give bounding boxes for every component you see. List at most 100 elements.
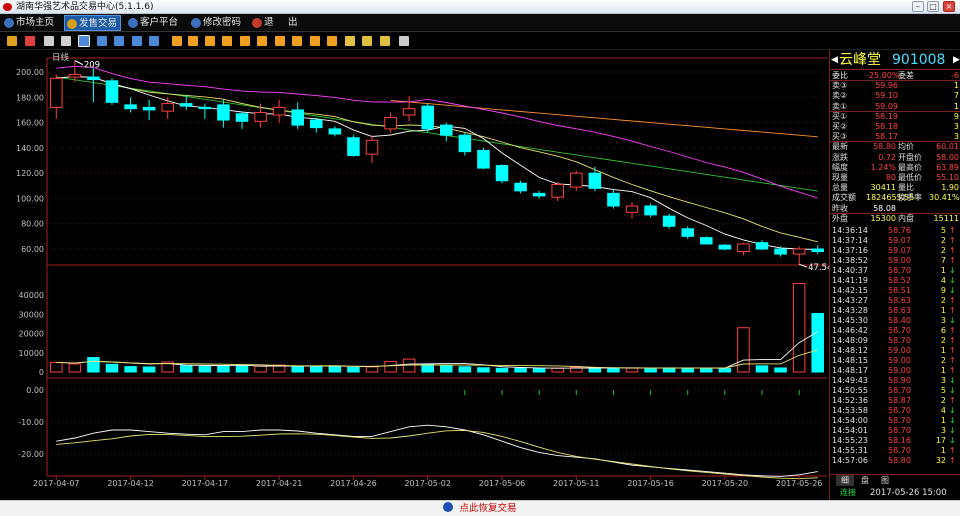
zoom-in-icon[interactable] bbox=[345, 36, 355, 46]
maximize-button[interactable]: □ bbox=[927, 1, 939, 12]
tick-row: 14:53:58 58.70 4 ↓ bbox=[830, 406, 960, 416]
candle-body bbox=[700, 237, 713, 245]
quote-field-value-2: 30.41% bbox=[929, 193, 960, 203]
quote-row: 最新 58.80 均价 60.01 bbox=[830, 142, 960, 152]
volume-tick-label: 20000 bbox=[19, 330, 44, 339]
tick-qty: 7 bbox=[940, 256, 946, 265]
quote-field-label-2: 开盘价 bbox=[898, 152, 922, 162]
quote-field-label-2: 量比 bbox=[898, 183, 914, 193]
resume-trading-link[interactable]: 点此恢复交易 bbox=[460, 503, 517, 514]
tick-price: 58.70 bbox=[888, 266, 911, 275]
tick-price: 59.07 bbox=[888, 236, 911, 245]
bar-chart-icon[interactable] bbox=[7, 36, 17, 46]
quote-tab-0[interactable]: 细 bbox=[836, 475, 854, 486]
tick-qty: 32 bbox=[935, 456, 946, 465]
candle-chart-icon[interactable] bbox=[44, 36, 54, 46]
period-icon[interactable] bbox=[188, 36, 198, 46]
volume-bar bbox=[50, 361, 63, 373]
draw-icon[interactable] bbox=[380, 36, 390, 46]
tick-price: 58.87 bbox=[888, 396, 911, 405]
candle-body bbox=[272, 106, 286, 116]
down-arrow-icon: ↓ bbox=[949, 286, 956, 295]
gear-icon[interactable] bbox=[399, 36, 409, 46]
quote-field-value: 59.10 bbox=[875, 91, 898, 101]
period-icon[interactable] bbox=[172, 36, 182, 46]
kline-chart[interactable]: 200.00 180.00 160.00 140.00 120.00 100.00 80.0… bbox=[0, 50, 829, 500]
quote-field-value-2: 1.90 bbox=[941, 183, 959, 193]
period-label: 日线 bbox=[52, 52, 70, 63]
candle-body bbox=[737, 243, 750, 253]
quote-row: 买② 58.18 3 bbox=[830, 122, 960, 132]
tick-qty: 3 bbox=[940, 316, 946, 325]
date-tick-label: 2017-04-17 bbox=[182, 479, 229, 488]
candle-body bbox=[644, 205, 657, 216]
tick-time: 14:48:15 bbox=[832, 356, 868, 365]
indicator-tick-label: -10.00 bbox=[18, 418, 44, 427]
quote-field-value-2: 1 bbox=[953, 81, 959, 91]
period-icon[interactable] bbox=[149, 36, 159, 46]
quote-field-label-2: 内盘 bbox=[898, 213, 914, 223]
indicator-tick-label: -20.00 bbox=[18, 450, 44, 459]
candle-body bbox=[161, 103, 174, 112]
stock-code: 901008 bbox=[892, 52, 946, 68]
menu-item-4[interactable]: 退 bbox=[250, 15, 277, 31]
period-icon[interactable] bbox=[327, 36, 337, 46]
period-icon[interactable] bbox=[292, 36, 302, 46]
connection-status: 连接 bbox=[840, 488, 856, 497]
period-icon[interactable] bbox=[275, 36, 285, 46]
period-icon[interactable] bbox=[78, 35, 90, 47]
volume-bar bbox=[700, 367, 713, 373]
menu-item-2[interactable]: 客户平台 bbox=[126, 15, 181, 31]
volume-bar bbox=[328, 365, 342, 373]
zoom-out-icon[interactable] bbox=[362, 36, 372, 46]
tick-row: 14:48:15 59.00 2 ↑ bbox=[830, 356, 960, 366]
quote-row: 涨跌 0.72 开盘价 58.00 bbox=[830, 153, 960, 163]
period-icon[interactable] bbox=[132, 36, 142, 46]
prev-arrow-icon: ◀ bbox=[831, 55, 838, 65]
quote-field-label: 总量 bbox=[832, 183, 848, 193]
menu-item-0[interactable]: 市场主页 bbox=[2, 15, 57, 31]
tick-price: 58.70 bbox=[888, 446, 911, 455]
tick-time: 14:42:15 bbox=[832, 286, 868, 295]
up-arrow-icon: ↑ bbox=[949, 256, 956, 265]
tick-price: 59.00 bbox=[888, 346, 911, 355]
down-arrow-icon: ↓ bbox=[949, 436, 956, 445]
candle-body bbox=[217, 104, 230, 121]
period-icon[interactable] bbox=[310, 36, 320, 46]
menu-item-3[interactable]: 修改密码 bbox=[189, 15, 244, 31]
minimize-button[interactable]: – bbox=[912, 1, 924, 12]
down-arrow-icon: ↓ bbox=[949, 416, 956, 425]
candle-body bbox=[124, 104, 137, 110]
volume-bar bbox=[291, 366, 304, 373]
tick-time: 14:54:01 bbox=[832, 426, 868, 435]
tick-time: 14:41:19 bbox=[832, 276, 868, 285]
volume-tick-label: 0 bbox=[39, 368, 44, 377]
menu-item-5[interactable]: 出 bbox=[285, 15, 301, 31]
price-tick-label: 80.00 bbox=[21, 220, 44, 229]
tick-time: 14:37:16 bbox=[832, 246, 868, 255]
menu-item-1[interactable]: 发售交易 bbox=[64, 15, 122, 31]
indicator-line-1 bbox=[56, 424, 818, 477]
quote-field-value-2: 58.00 bbox=[936, 152, 959, 162]
tick-time: 14:53:58 bbox=[832, 406, 868, 415]
status-bar[interactable]: 点此恢复交易 bbox=[0, 500, 960, 516]
quote-tab-1[interactable]: 盘 bbox=[856, 475, 874, 486]
tick-time: 14:50:55 bbox=[832, 386, 868, 395]
candle-body bbox=[495, 165, 509, 182]
quote-tab-2[interactable]: 图 bbox=[876, 475, 894, 486]
period-icon[interactable] bbox=[240, 36, 250, 46]
next-arrow-icon: ▶ bbox=[953, 55, 960, 65]
tick-row: 14:41:19 58.52 4 ↓ bbox=[830, 276, 960, 286]
candle-body bbox=[440, 124, 453, 136]
period-icon[interactable] bbox=[97, 36, 107, 46]
period-icon[interactable] bbox=[205, 36, 215, 46]
quote-footer: 连接 2017-05-26 15:00 bbox=[830, 487, 960, 499]
line-chart-icon[interactable] bbox=[25, 36, 35, 46]
down-arrow-icon: ↓ bbox=[949, 406, 956, 415]
period-icon[interactable] bbox=[257, 36, 267, 46]
period-icon[interactable] bbox=[114, 36, 124, 46]
calendar-icon[interactable] bbox=[61, 36, 71, 46]
period-icon[interactable] bbox=[222, 36, 232, 46]
close-button[interactable]: × bbox=[943, 1, 955, 12]
candle-body bbox=[68, 74, 82, 78]
